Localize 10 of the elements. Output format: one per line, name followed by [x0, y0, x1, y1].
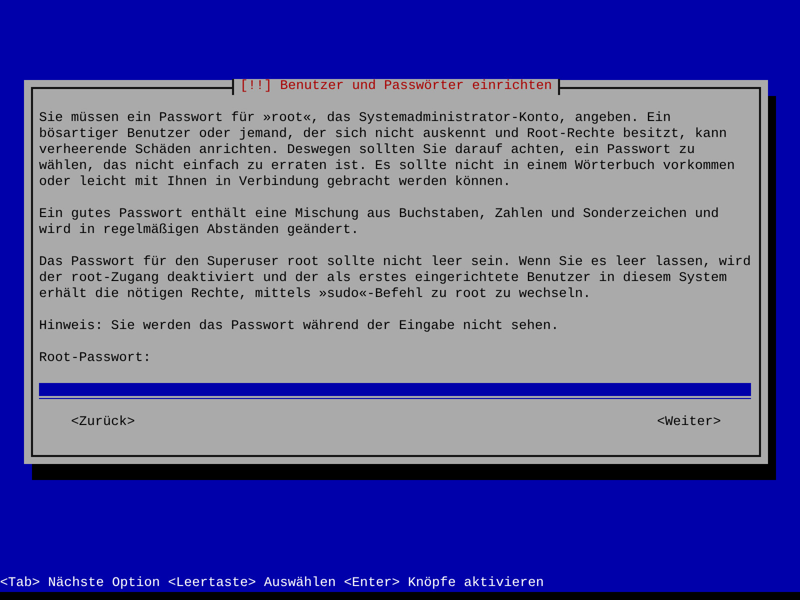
password-field[interactable] [39, 383, 751, 399]
paragraph: Sie müssen ein Passwort für »root«, das Systemadministrator-Konto, angeben. Ein bösartiger Benutzer oder jemand, der sich nicht auskennt und Root-Rechte besitzt, kann verheerende Schäden anrichten. Deswegen sollten Sie darauf achten, ein Passwort zu wählen, das nicht einfach zu erraten ist. Es sollte nicht in einem Wörterbuch vorkommen oder leicht mit Ihnen in Verbindung gebracht werden können. [39, 111, 736, 191]
paragraph: Das Passwort für den Superuser root sollte nicht leer sein. Wenn Sie es leer lassen, wird der root-Zugang deaktiviert und der als erstes eingerichtete Benutzer in diesem System erhält die nötigen Rechte, mittels »sudo«-Befehl zu root zu wechseln. [39, 255, 751, 303]
back-button[interactable]: <Zurück> [71, 415, 135, 431]
key-hints: <Tab> Nächste Option <Leertaste> Auswählen <Enter> Knöpfe aktivieren [0, 576, 545, 592]
field-label: Root-Passwort: [39, 351, 152, 367]
dialog-title: [!!] Benutzer und Passwörter einrichten [232, 79, 560, 95]
continue-button[interactable]: <Weiter> [657, 415, 721, 431]
paragraph: Ein gutes Passwort enthält eine Mischung aus Buchstaben, Zahlen und Sonderzeichen und wird in regelmäßigen Abständen geändert. [39, 207, 720, 239]
paragraph: Hinweis: Sie werden das Passwort während der Eingabe nicht sehen. [39, 319, 560, 335]
